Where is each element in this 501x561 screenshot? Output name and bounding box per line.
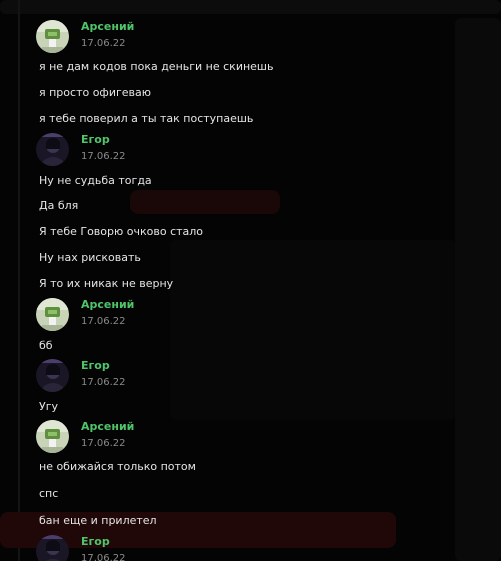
author-name[interactable]: Егор [81, 535, 110, 548]
message-date: 17.06.22 [81, 377, 126, 388]
message-date: 17.06.22 [81, 38, 126, 49]
message-text: я не дам кодов пока деньги не скинешь [39, 60, 274, 73]
avatar-image-icon[interactable] [36, 133, 69, 166]
author-name[interactable]: Егор [81, 359, 110, 372]
message-text: Да бля [39, 199, 79, 212]
avatar-image-icon[interactable] [36, 359, 69, 392]
avatar-image-icon[interactable] [36, 420, 69, 453]
message-text: Ну не судьба тогда [39, 174, 152, 187]
message-text: Ну нах рисковать [39, 251, 141, 264]
message-text: Я то их никак не верну [39, 277, 174, 290]
author-name[interactable]: Егор [81, 133, 110, 146]
message-date: 17.06.22 [81, 438, 126, 449]
avatar-image-icon[interactable] [36, 20, 69, 53]
message-text: не обижайся только потом [39, 460, 196, 473]
background-side-panel [455, 18, 501, 561]
message-list: Арсений 17.06.22 я не дам кодов пока деньг… [30, 0, 460, 561]
background-divider [18, 0, 20, 561]
avatar-image-icon[interactable] [36, 535, 69, 561]
author-name[interactable]: Арсений [81, 20, 134, 33]
avatar-image-icon[interactable] [36, 298, 69, 331]
chat-window: Арсений 17.06.22 я не дам кодов пока деньг… [0, 0, 501, 561]
message-date: 17.06.22 [81, 316, 126, 327]
message-text: спс [39, 487, 59, 500]
message-text: я просто офигеваю [39, 86, 152, 99]
message-text: бб [39, 339, 53, 352]
message-text: Я тебе Говорю очково стало [39, 225, 204, 238]
author-name[interactable]: Арсений [81, 420, 134, 433]
message-text: я тебе поверил а ты так поступаешь [39, 112, 254, 125]
author-name[interactable]: Арсений [81, 298, 134, 311]
message-date: 17.06.22 [81, 151, 126, 162]
message-date: 17.06.22 [81, 553, 126, 561]
message-text: бан еще и прилетел [39, 514, 157, 527]
message-text: Угу [39, 400, 58, 413]
